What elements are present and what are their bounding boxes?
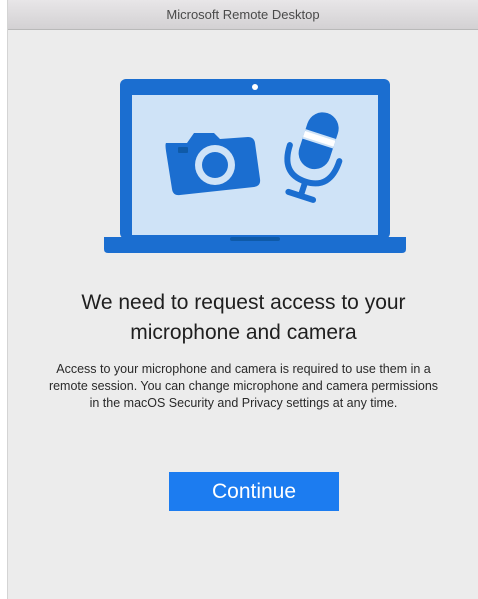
laptop-illustration	[104, 79, 406, 253]
dialog-headline: We need to request access to your microp…	[81, 291, 406, 344]
continue-button[interactable]: Continue	[169, 472, 339, 511]
app-window: Microsoft Remote Desktop We need to requ…	[7, 0, 478, 599]
dialog-body-text: Access to your microphone and camera is …	[48, 362, 439, 410]
window-title: Microsoft Remote Desktop	[166, 7, 320, 22]
title-bar[interactable]: Microsoft Remote Desktop	[8, 0, 478, 30]
